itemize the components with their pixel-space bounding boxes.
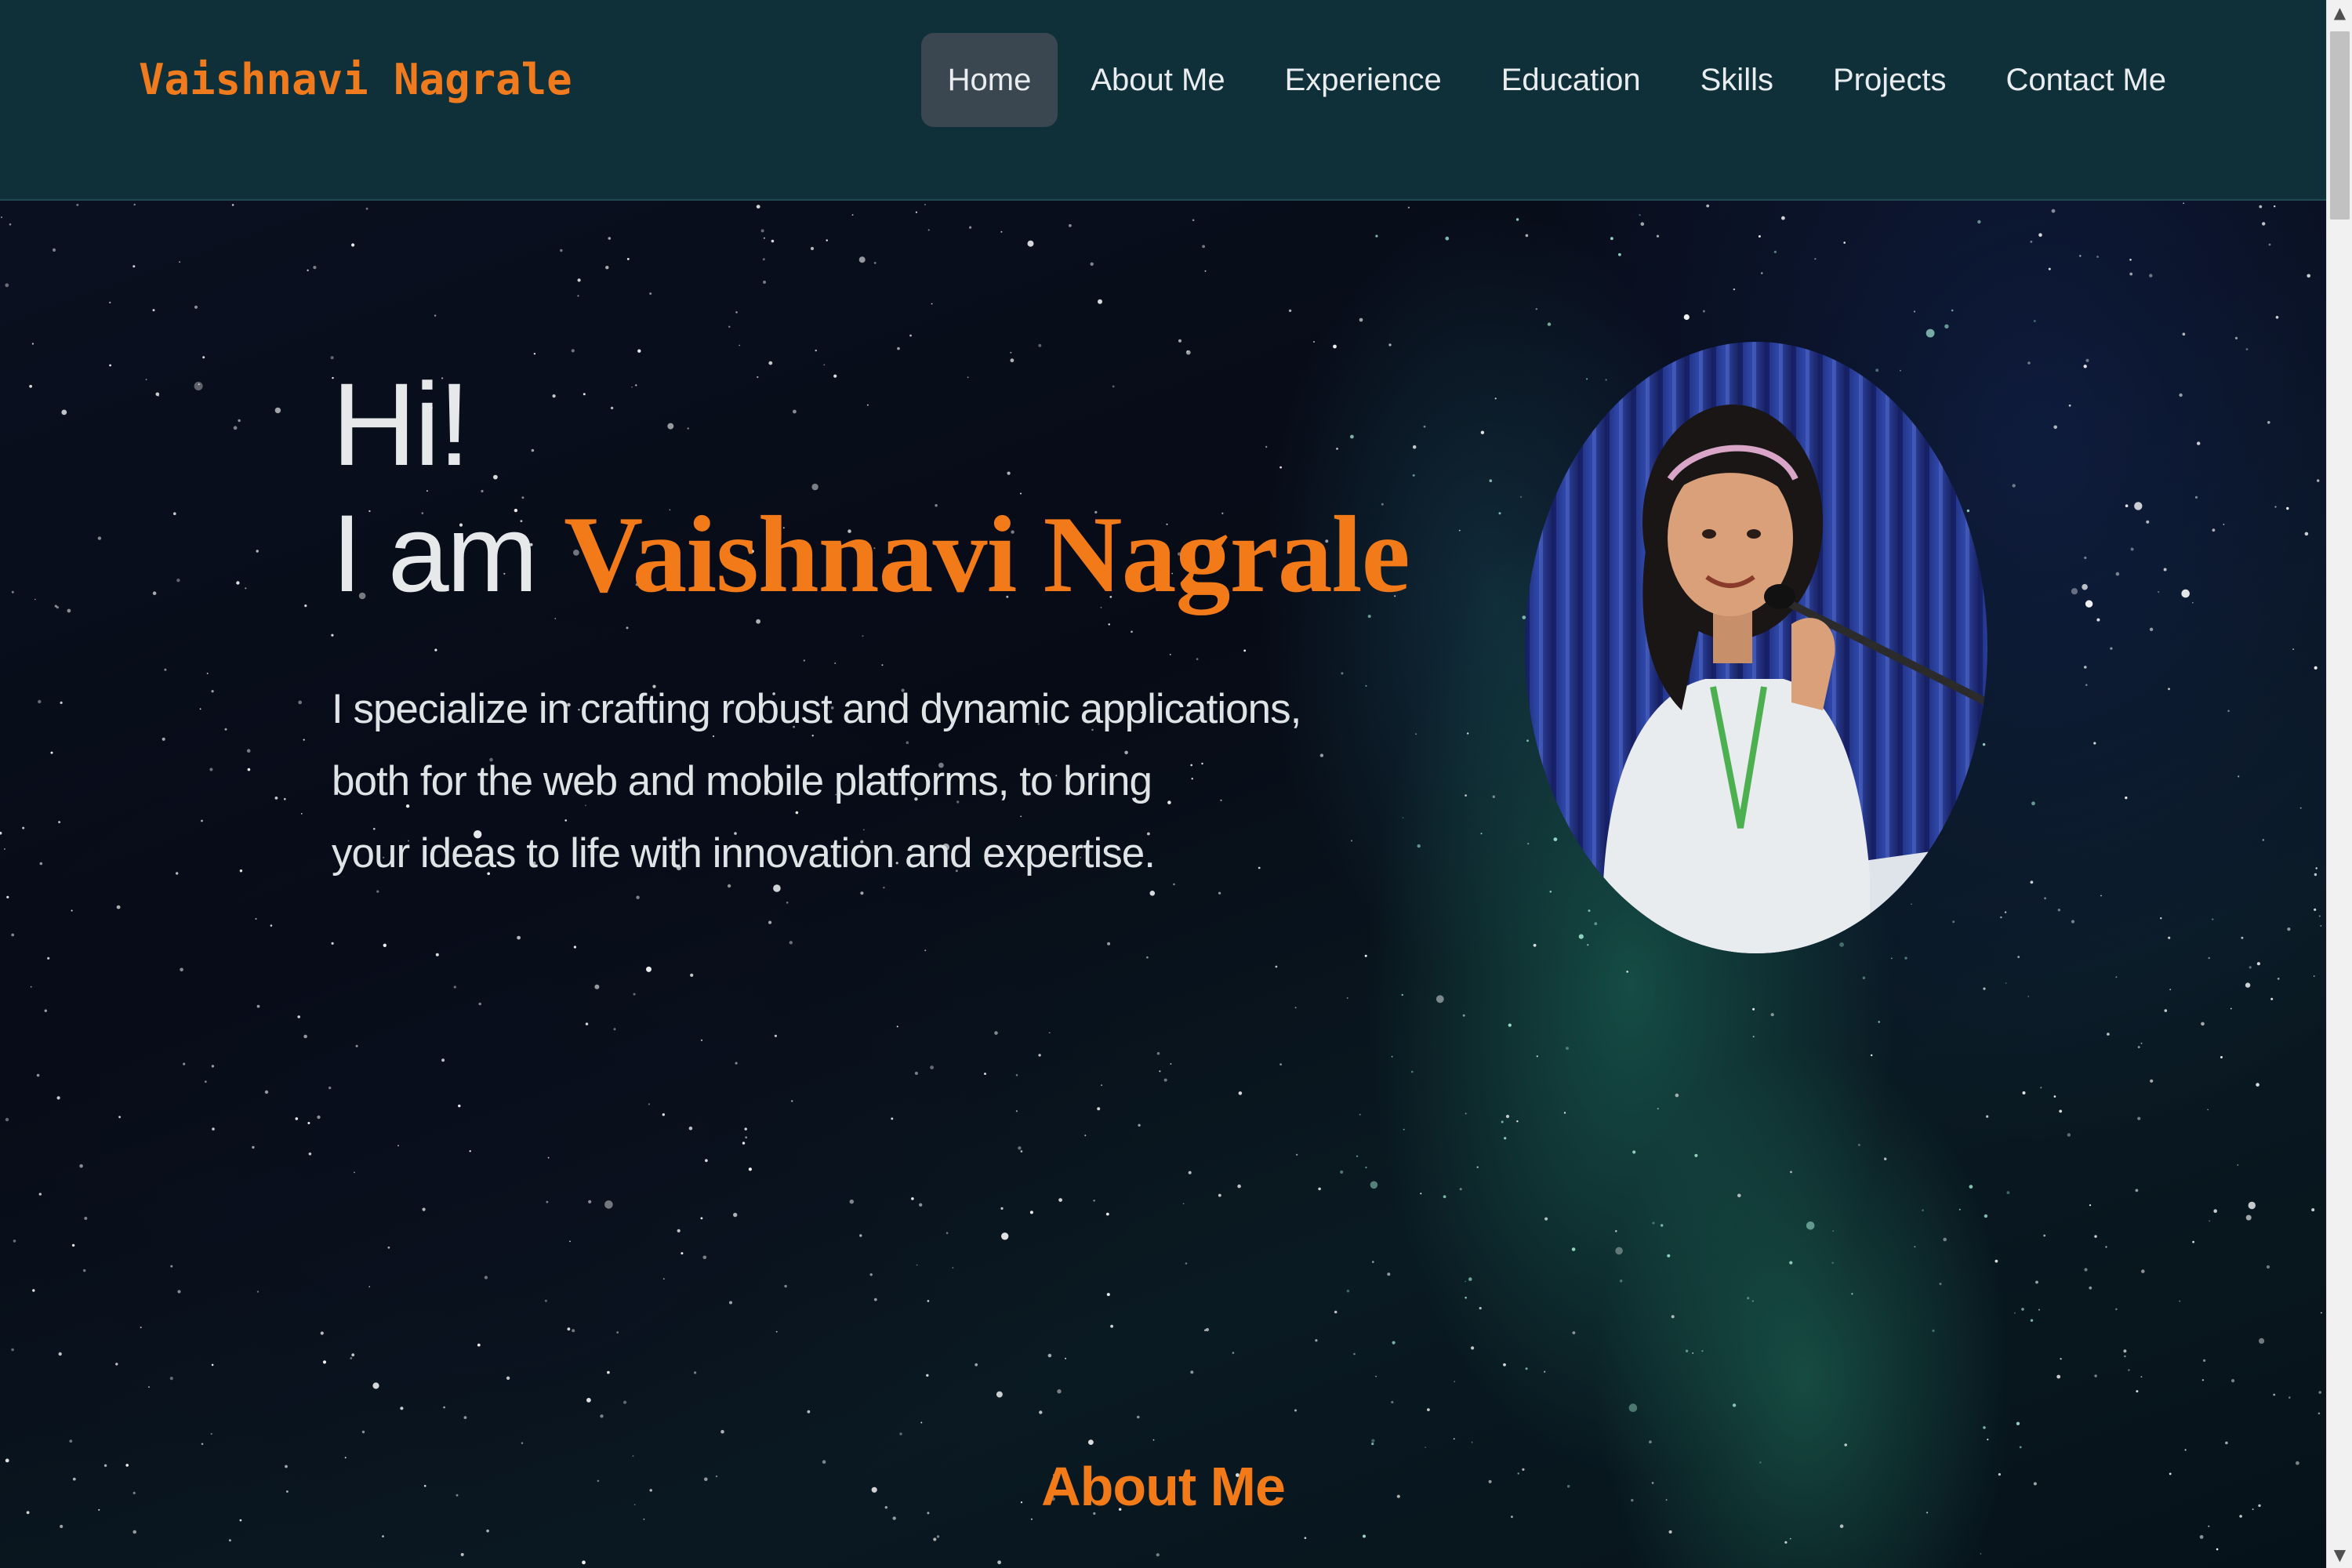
hero-description-line: both for the web and mobile platforms, t… [332,758,1152,804]
hero-intro-prefix: I am [332,492,564,615]
nav-item-education[interactable]: Education [1475,33,1668,127]
hero-section: Hi! I am Vaishnavi Nagrale I specialize … [0,201,2326,1568]
arrow-down-icon[interactable]: ▼ [2327,1542,2352,1568]
hero-description-line: I specialize in crafting robust and dyna… [332,686,1301,732]
hero-description: I specialize in crafting robust and dyna… [332,673,1301,890]
profile-photo-illustration [1525,342,1987,953]
nav-item-contact-me[interactable]: Contact Me [1979,33,2193,127]
page-scrollbar[interactable]: ▲ ▼ [2326,0,2352,1568]
nav-item-projects[interactable]: Projects [1806,33,1973,127]
page: Vaishnavi Nagrale Home About Me Experien… [0,0,2352,1568]
nav-item-experience[interactable]: Experience [1258,33,1468,127]
arrow-up-icon[interactable]: ▲ [2327,0,2352,26]
hero-intro: I am Vaishnavi Nagrale [332,491,1410,618]
brand-logo-text[interactable]: Vaishnavi Nagrale [139,55,572,104]
nav-item-skills[interactable]: Skills [1674,33,1800,127]
hero-description-line: your ideas to life with innovation and e… [332,830,1156,877]
profile-photo [1525,342,1987,953]
about-me-heading: About Me [1041,1456,1286,1517]
nav-item-home[interactable]: Home [920,33,1058,127]
scrollbar-thumb[interactable] [2330,31,2350,220]
hero-greeting: Hi! [332,358,470,490]
navbar: Vaishnavi Nagrale Home About Me Experien… [0,0,2326,201]
hero-name: Vaishnavi Nagrale [564,494,1410,615]
nav-item-about-me[interactable]: About Me [1064,33,1251,127]
nav-menu: Home About Me Experience Education Skill… [920,33,2193,127]
